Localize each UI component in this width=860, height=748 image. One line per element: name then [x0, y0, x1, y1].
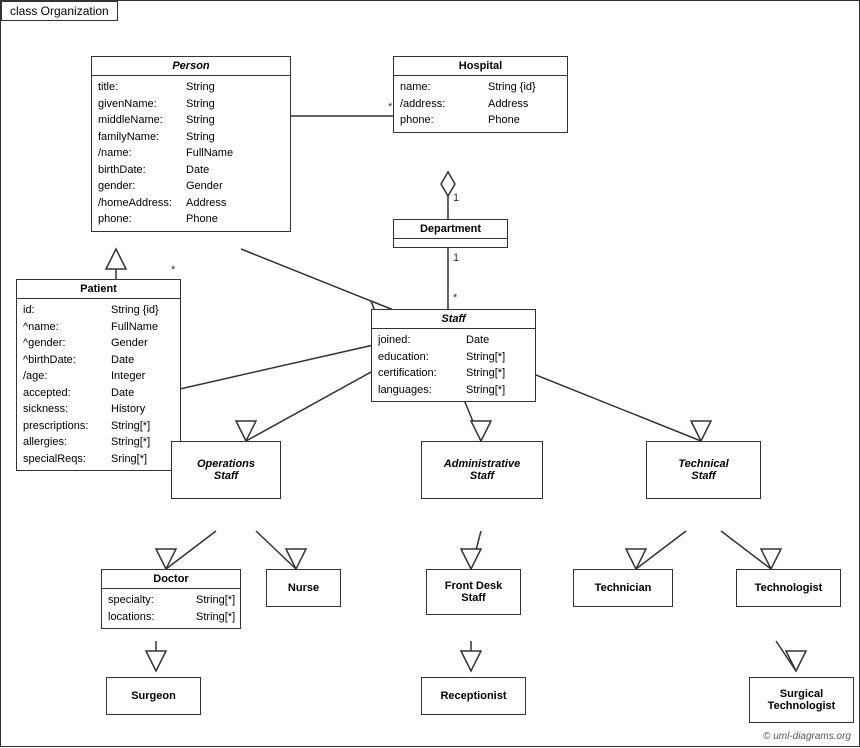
person-header: Person — [92, 57, 290, 76]
receptionist-header: Receptionist — [422, 678, 525, 714]
person-body: title:String givenName:String middleName… — [92, 76, 290, 231]
person-class: Person title:String givenName:String mid… — [91, 56, 291, 232]
svg-text:1: 1 — [453, 252, 459, 264]
patient-body: id:String {id} ^name:FullName ^gender:Ge… — [17, 299, 180, 470]
svg-text:*: * — [171, 264, 176, 276]
hospital-header: Hospital — [394, 57, 567, 76]
staff-header: Staff — [372, 310, 535, 329]
svg-text:*: * — [453, 292, 458, 304]
doctor-body: specialty:String[*] locations:String[*] — [102, 589, 240, 628]
nurse-class: Nurse — [266, 569, 341, 607]
operations-staff-header: OperationsStaff — [172, 442, 280, 498]
surgical-technologist-class: SurgicalTechnologist — [749, 677, 854, 723]
front-desk-staff-class: Front DeskStaff — [426, 569, 521, 615]
copyright-text: © uml-diagrams.org — [763, 731, 851, 742]
hospital-body: name:String {id} /address:Address phone:… — [394, 76, 567, 132]
svg-text:1: 1 — [453, 192, 459, 204]
staff-body: joined:Date education:String[*] certific… — [372, 329, 535, 401]
technician-header: Technician — [574, 570, 672, 606]
patient-header: Patient — [17, 280, 180, 299]
surgical-technologist-header: SurgicalTechnologist — [750, 678, 853, 722]
hospital-class: Hospital name:String {id} /address:Addre… — [393, 56, 568, 133]
department-class: Department — [393, 219, 508, 248]
receptionist-class: Receptionist — [421, 677, 526, 715]
department-header: Department — [394, 220, 507, 239]
staff-class: Staff joined:Date education:String[*] ce… — [371, 309, 536, 402]
administrative-staff-header: AdministrativeStaff — [422, 442, 542, 498]
technical-staff-header: TechnicalStaff — [647, 442, 760, 498]
operations-staff-class: OperationsStaff — [171, 441, 281, 499]
technologist-header: Technologist — [737, 570, 840, 606]
patient-class: Patient id:String {id} ^name:FullName ^g… — [16, 279, 181, 471]
diagram-title: class Organization — [1, 1, 118, 21]
doctor-header: Doctor — [102, 570, 240, 589]
technician-class: Technician — [573, 569, 673, 607]
administrative-staff-class: AdministrativeStaff — [421, 441, 543, 499]
doctor-class: Doctor specialty:String[*] locations:Str… — [101, 569, 241, 629]
surgeon-class: Surgeon — [106, 677, 201, 715]
diagram-container: class Organization — [0, 0, 860, 747]
front-desk-staff-header: Front DeskStaff — [427, 570, 520, 614]
technologist-class: Technologist — [736, 569, 841, 607]
department-body — [394, 239, 507, 247]
technical-staff-class: TechnicalStaff — [646, 441, 761, 499]
surgeon-header: Surgeon — [107, 678, 200, 714]
nurse-header: Nurse — [267, 570, 340, 606]
